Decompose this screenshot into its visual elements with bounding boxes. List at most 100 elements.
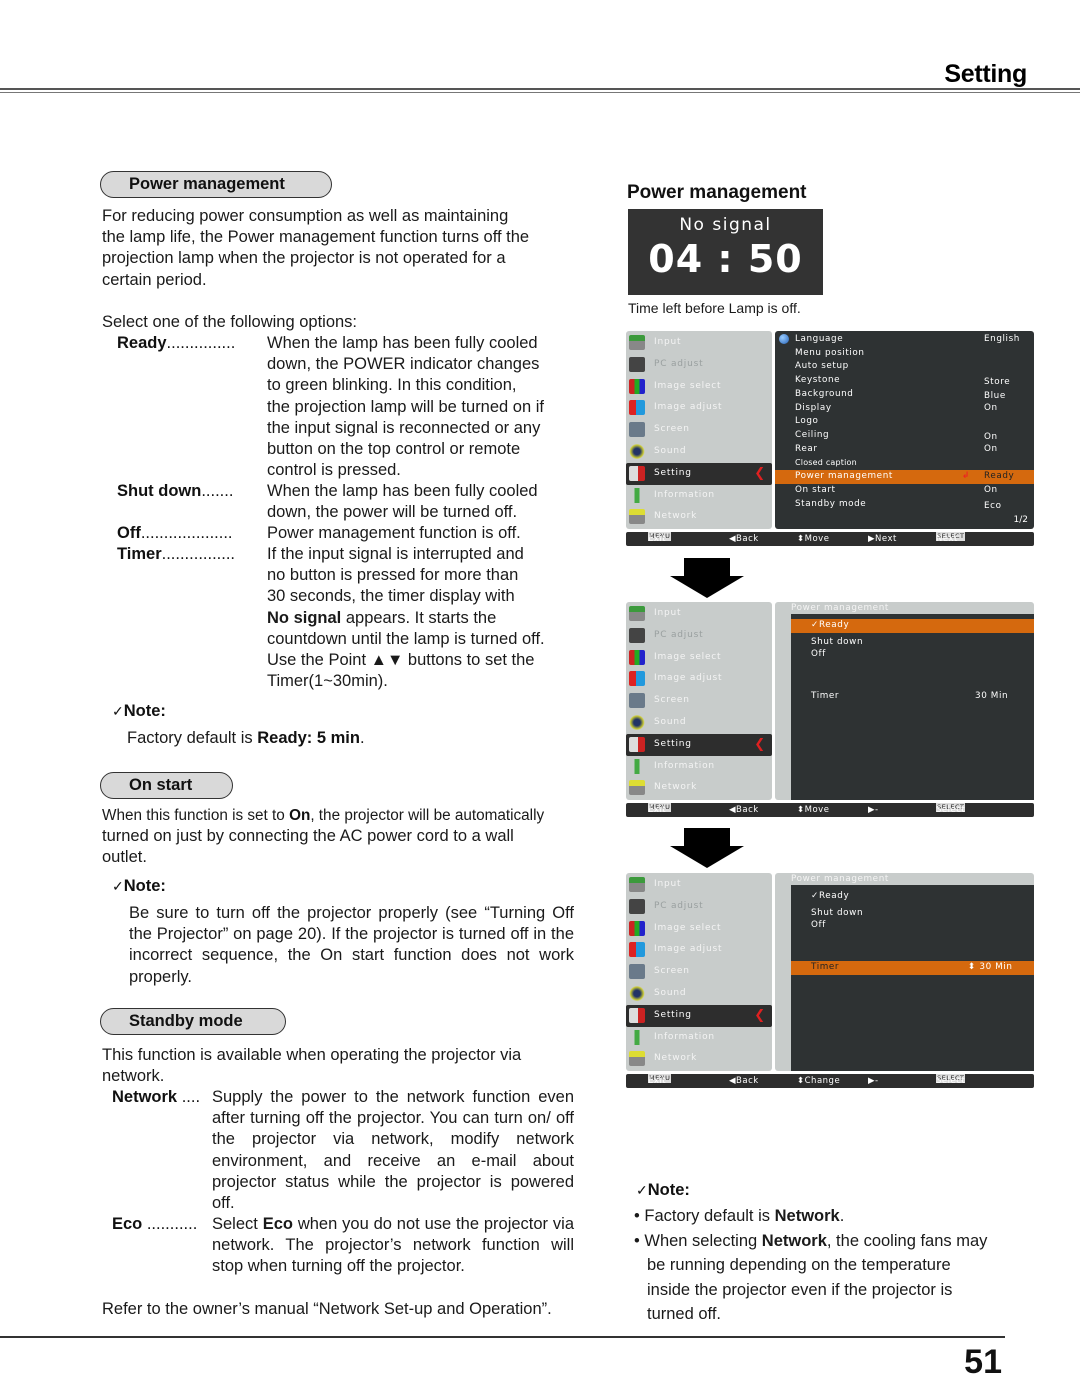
sound-icon: [629, 444, 645, 459]
desc-line: the input signal is reconnected or any: [267, 418, 541, 437]
osd-submenu-list: ✓Ready Shut down Off Timer ⬍ 30 Min: [791, 885, 1034, 1071]
osd-sidebar-item-image-select[interactable]: Image select: [626, 647, 772, 669]
osd-sidebar-item-setting[interactable]: Setting ❮: [626, 734, 772, 756]
osd-sidebar-item-screen[interactable]: Screen: [626, 961, 772, 983]
osd-row-value: On: [984, 444, 998, 454]
osd-sidebar-item-information[interactable]: Information: [626, 485, 772, 507]
osd-row-label: Shut down: [811, 908, 864, 918]
osd-sidebar-item-information[interactable]: Information: [626, 756, 772, 778]
osd-option-ready[interactable]: ✓Ready: [791, 890, 1034, 904]
osd-option-off[interactable]: Off: [791, 919, 1034, 933]
osd-submenu-list: ✓Ready Shut down Off Timer 30 Min: [791, 614, 1034, 800]
osd-row[interactable]: Menu position: [775, 347, 1034, 361]
osd-setting-panel: Language English Menu position Auto setup…: [775, 331, 1034, 529]
desc-line: down, the power will be turned off.: [267, 503, 518, 522]
network-icon: [629, 1051, 645, 1066]
standby-mode-heading: Standby mode: [100, 1008, 286, 1035]
osd-row[interactable]: Logo: [775, 415, 1034, 429]
note-bullet: • When selecting Network, the cooling fa…: [634, 1231, 988, 1250]
osd-row[interactable]: Auto setup: [775, 360, 1034, 374]
osd-sidebar-item-sound[interactable]: Sound: [626, 712, 772, 734]
osd-row-label: Auto setup: [795, 361, 849, 371]
osd-row[interactable]: Language English: [775, 333, 1034, 347]
osd-label: Sound: [654, 717, 687, 727]
osd-label: Sound: [654, 446, 687, 456]
osd-sidebar-item-input[interactable]: Input: [626, 332, 772, 354]
image-adjust-icon: [629, 400, 645, 415]
osd-label: Screen: [654, 424, 690, 434]
image-select-icon: [629, 650, 645, 665]
desc-line: turned on just by connecting the AC powe…: [102, 827, 514, 846]
osd-label: Image select: [654, 923, 722, 933]
intro-line: For reducing power consumption as well a…: [102, 207, 509, 225]
osd-guide-bar: MENU Exit ◀ Back ⬍ Change ▶ ----- SELECT Sele…: [626, 1074, 1034, 1142]
osd-sidebar-item-information[interactable]: Information: [626, 1027, 772, 1049]
osd-sidebar-item-screen[interactable]: Screen: [626, 419, 772, 441]
osd-row[interactable]: On start On: [775, 484, 1034, 498]
osd-row-label: Power management: [795, 471, 893, 481]
osd-row[interactable]: Ceiling On: [775, 429, 1034, 443]
osd-sidebar-item-pc-adjust[interactable]: PC adjust: [626, 625, 772, 647]
desc-line: outlet.: [102, 848, 147, 867]
osd-row-value: ⬍ 30 Min: [968, 962, 1013, 972]
osd-row[interactable]: Background Blue: [775, 388, 1034, 402]
osd-row-label: Display: [795, 403, 832, 413]
note-text: .: [839, 1207, 845, 1225]
desc-line: control is pressed.: [267, 461, 401, 480]
osd-sidebar-item-image-adjust[interactable]: Image adjust: [626, 939, 772, 961]
osd-submenu-title: Power management: [791, 874, 889, 884]
desc-line: Timer(1~30min).: [267, 672, 388, 691]
osd-row[interactable]: Rear On: [775, 443, 1034, 457]
osd-sidebar-item-image-adjust[interactable]: Image adjust: [626, 397, 772, 419]
osd-sidebar-item-input[interactable]: Input: [626, 874, 772, 896]
note-text: When selecting: [644, 1231, 762, 1250]
osd-sidebar-item-pc-adjust[interactable]: PC adjust: [626, 354, 772, 376]
option-term-ready: Ready...............: [117, 333, 235, 354]
osd-timer-adjust-menu: Input PC adjust Image select Image adjus…: [626, 873, 1034, 1142]
osd-guide-bar: MENU Exit ◀ Back ⬍ Move ▶ ----- SELECT Select: [626, 803, 1034, 871]
sound-icon: [629, 715, 645, 730]
osd-sidebar-item-network[interactable]: Network: [626, 777, 772, 799]
osd-sidebar-item-setting[interactable]: Setting ❮: [626, 463, 772, 485]
osd-sidebar-item-network[interactable]: Network: [626, 506, 772, 528]
information-icon: [629, 759, 645, 774]
information-icon: [629, 488, 645, 503]
osd-row-label: Shut down: [811, 637, 864, 647]
osd-setting-menu: Input PC adjust Image select Image adjus…: [626, 331, 1034, 547]
osd-hint-label: Exit: [648, 534, 667, 544]
term-label: Off: [117, 524, 141, 542]
osd-option-off[interactable]: Off: [791, 648, 1034, 662]
osd-hint-label: Next: [936, 534, 958, 544]
osd-option-timer-selected[interactable]: Timer ⬍ 30 Min: [791, 961, 1034, 975]
term-label: Timer: [117, 545, 162, 563]
osd-row[interactable]: Display On: [775, 402, 1034, 416]
header-rule: [0, 88, 1080, 90]
bold-phrase: On: [289, 807, 311, 824]
input-icon: [629, 606, 645, 621]
intro-line: network.: [102, 1067, 165, 1086]
osd-sidebar-item-sound[interactable]: Sound: [626, 983, 772, 1005]
osd-row[interactable]: Keystone Store: [775, 374, 1034, 388]
osd-sidebar-item-image-adjust[interactable]: Image adjust: [626, 668, 772, 690]
desc-line: No signal appears. It starts the: [267, 608, 545, 629]
osd-hint-label: -----: [875, 805, 879, 871]
osd-sidebar-item-setting[interactable]: Setting ❮: [626, 1005, 772, 1027]
osd-label: Image adjust: [654, 673, 723, 683]
osd-sidebar-item-pc-adjust[interactable]: PC adjust: [626, 896, 772, 918]
desc-line: down, the POWER indicator changes: [267, 355, 540, 374]
option-desc-ready: When the lamp has been fully cooled down…: [267, 333, 544, 481]
osd-row[interactable]: Closed caption: [775, 456, 1034, 470]
osd-row-selected[interactable]: Power management ↲ Ready: [775, 470, 1034, 484]
osd-sidebar-item-image-select[interactable]: Image select: [626, 376, 772, 398]
osd-sidebar-item-screen[interactable]: Screen: [626, 690, 772, 712]
osd-row-label: Closed caption: [795, 458, 857, 467]
osd-option-ready[interactable]: ✓Ready: [791, 619, 1034, 633]
osd-sidebar-item-network[interactable]: Network: [626, 1048, 772, 1070]
osd-sidebar-item-image-select[interactable]: Image select: [626, 918, 772, 940]
osd-option-timer[interactable]: Timer 30 Min: [791, 690, 1034, 704]
desc-line: button on the top control or remote: [267, 440, 521, 459]
option-term-network: Network ....: [112, 1087, 200, 1108]
osd-row[interactable]: Standby mode Eco: [775, 498, 1034, 512]
osd-sidebar-item-sound[interactable]: Sound: [626, 441, 772, 463]
osd-sidebar-item-input[interactable]: Input: [626, 603, 772, 625]
